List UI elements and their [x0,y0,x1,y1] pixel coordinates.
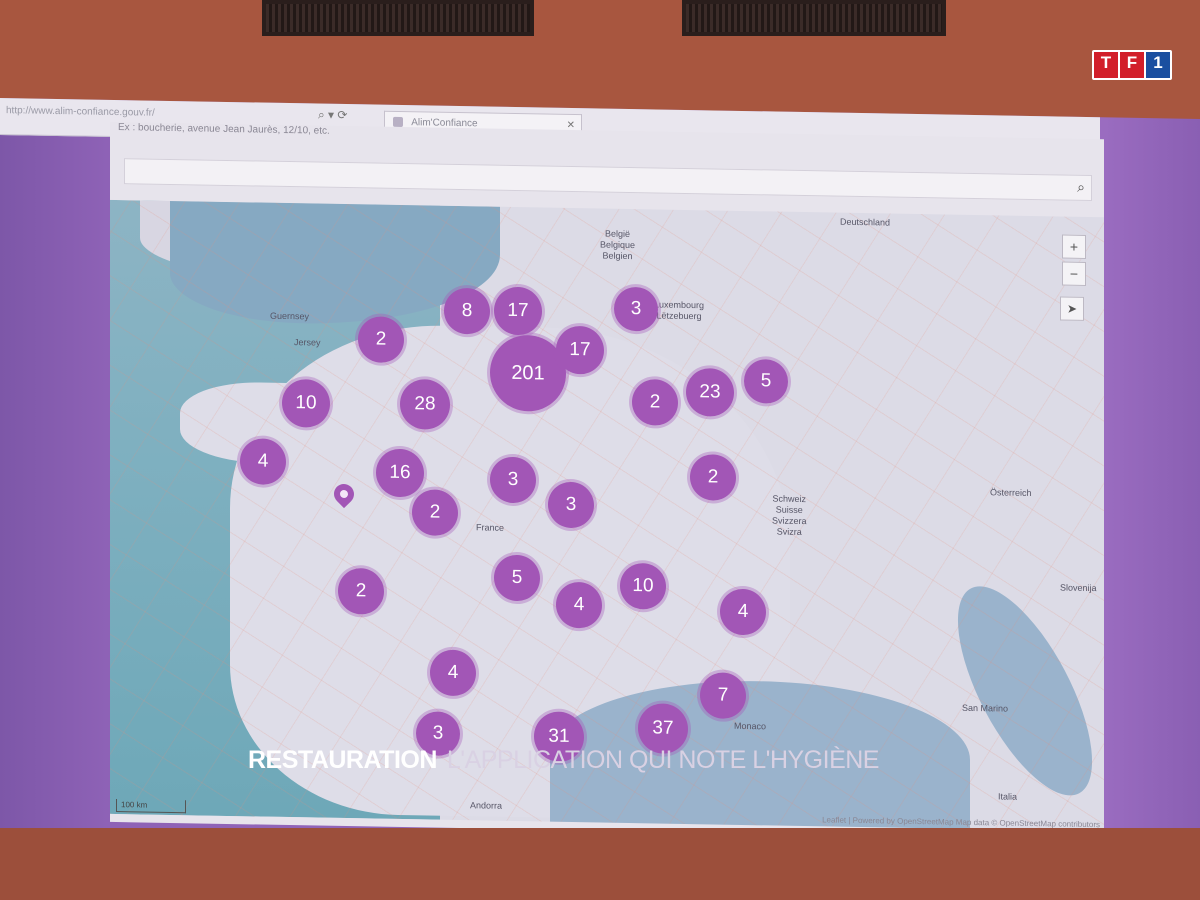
map-label: Luxembourg Lëtzebuerg [654,299,705,322]
ceiling-vent-left [262,0,534,36]
map-label: Guernsey [270,310,310,322]
cluster-marker[interactable]: 2 [412,489,458,536]
web-page: Ex : boucherie, avenue Jean Jaurès, 12/1… [110,121,1104,840]
search-bar[interactable]: ⌕ [124,158,1092,202]
map-label: Andorra [470,800,503,811]
map-label: Slovenija [1060,582,1097,594]
cluster-marker[interactable]: 2 [632,379,678,426]
cluster-marker[interactable]: 4 [240,438,286,485]
wall-below-screen [0,828,1200,900]
cluster-marker[interactable]: 3 [614,286,658,332]
zoom-in-button[interactable]: + [1062,234,1086,259]
ceiling-vent-right [682,0,946,36]
tf1-logo-letter: F [1120,52,1144,78]
search-input[interactable] [125,159,1049,200]
locate-me-button[interactable]: ➤ [1060,296,1084,321]
address-bar-search-icon[interactable]: ⌕ ▾ ⟳ [318,108,347,124]
map-label: Österreich [990,487,1032,499]
map-label: San Marino [962,702,1009,714]
cluster-marker[interactable]: 3 [548,481,594,529]
zoom-out-button[interactable]: − [1062,261,1086,286]
cluster-marker[interactable]: 7 [700,672,746,720]
map-label: France [476,522,505,533]
cluster-marker[interactable]: 8 [444,287,490,335]
cluster-marker[interactable]: 2 [358,316,404,364]
zoom-control: + − [1062,234,1086,289]
cluster-marker[interactable]: 10 [282,378,330,428]
caption-bold: RESTAURATION [248,746,437,774]
road-network [110,199,1104,832]
tf1-logo-letter: T [1094,52,1118,78]
cluster-marker[interactable]: 10 [620,562,666,610]
map-label: Italia [998,791,1018,802]
cluster-marker[interactable]: 3 [490,456,536,504]
map-label: Monaco [734,720,767,732]
map-label: België Belgique Belgien [600,228,636,262]
map-label: Deutschland [840,216,891,228]
tf1-logo-letter: 1 [1146,52,1170,78]
map-scale: 100 km [116,799,186,814]
cluster-marker[interactable]: 17 [556,325,604,375]
cluster-marker[interactable]: 16 [376,448,424,498]
tf1-logo: T F 1 [1092,50,1172,80]
favicon-icon [393,117,403,128]
caption-text: L'APPLICATION QUI NOTE L'HYGIÈNE [446,746,880,774]
cluster-marker[interactable]: 5 [744,358,788,404]
cluster-marker[interactable]: 4 [430,649,476,697]
cluster-marker[interactable]: 2 [338,567,384,615]
cluster-marker[interactable]: 4 [720,588,766,636]
search-hint: Ex : boucherie, avenue Jean Jaurès, 12/1… [118,122,330,137]
cluster-marker[interactable]: 17 [494,286,542,336]
cluster-marker[interactable]: 28 [400,378,450,430]
map-label: Jersey [294,337,321,348]
search-icon[interactable]: ⌕ [1077,179,1085,196]
projected-screen: http://www.alim-confiance.gouv.fr/ ⌕ ▾ ⟳… [0,98,1200,851]
map-label: Schweiz Suisse Svizzera Svizra [772,493,807,537]
cluster-marker[interactable]: 201 [490,334,566,412]
map[interactable]: Deutschland België Belgique Belgien Luxe… [110,199,1104,832]
cluster-marker[interactable]: 5 [494,554,540,602]
tv-caption: RESTAURATION L'APPLICATION QUI NOTE L'HYG… [248,746,879,775]
cluster-marker[interactable]: 23 [686,367,734,417]
cluster-marker[interactable]: 2 [690,454,736,501]
cluster-marker[interactable]: 4 [556,581,602,629]
